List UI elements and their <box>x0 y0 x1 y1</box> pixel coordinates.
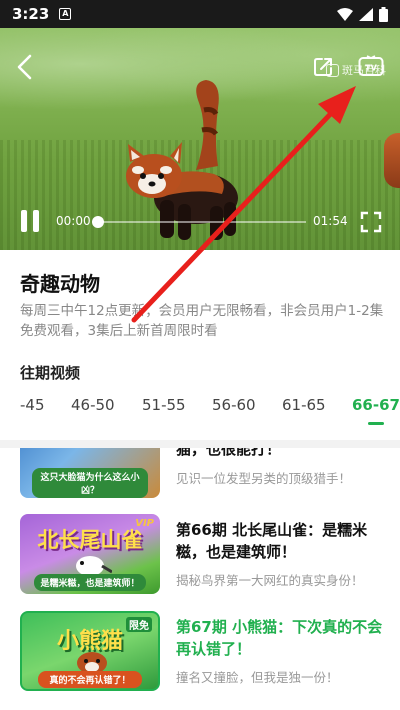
status-bar: 3:23 A <box>0 0 400 28</box>
signal-icon <box>359 7 373 21</box>
tab-range-3[interactable]: 51-55 <box>142 396 186 414</box>
status-icons <box>337 6 388 22</box>
episode-thumb-title: 北长尾山雀 <box>37 528 143 552</box>
episode-thumb-caption: 是糯米糍，也是建筑师！ <box>34 574 146 591</box>
episode-thumb-caption: 这只大脸猫为什么这么小凶？ <box>32 468 148 498</box>
episode-subtitle: 揭秘鸟界第一大网红的真实身份！ <box>176 573 364 588</box>
section-divider <box>0 440 400 448</box>
fullscreen-button[interactable] <box>360 211 382 233</box>
video-player[interactable]: 斑马百科 TV 00:00 01:54 <box>0 28 400 250</box>
tab-range-2[interactable]: 46-50 <box>71 396 115 414</box>
episode-thumb-caption: 真的不会再认错了！ <box>38 671 142 688</box>
wifi-icon <box>337 7 353 21</box>
battery-icon <box>379 6 388 22</box>
past-videos-heading: 往期视频 <box>20 364 81 382</box>
episode-item-1[interactable]: 这只大脸猫为什么这么小凶？ 猫，也很能打！ 见识一位发型另类的顶级猎手！ <box>20 448 385 498</box>
svg-text:TV: TV <box>365 64 377 73</box>
episode-thumbnail: 限免 小熊猫 真的不会再认错了！ <box>20 611 160 691</box>
episode-title-current: 第67期 小熊猫：下次真的不会再认错了！ <box>176 618 383 658</box>
status-time: 3:23 <box>12 5 50 23</box>
duration-time: 01:54 <box>313 214 348 228</box>
current-time: 00:00 <box>56 214 91 228</box>
episode-thumbnail: 这只大脸猫为什么这么小凶？ <box>20 448 160 498</box>
pause-button[interactable] <box>18 210 42 234</box>
tab-range-6[interactable]: 66-67 <box>352 396 400 414</box>
tab-range-4[interactable]: 56-60 <box>212 396 256 414</box>
tab-range-1[interactable]: -45 <box>20 396 45 414</box>
player-controls: 00:00 01:54 <box>0 200 400 240</box>
episode-title: 第66期 北长尾山雀：是糯米糍，也是建筑师！ <box>176 521 368 561</box>
episode-range-tabs: -45 46-50 51-55 56-60 61-65 66-67 <box>0 396 400 428</box>
share-button[interactable] <box>311 55 335 79</box>
program-title: 奇趣动物 <box>20 272 100 296</box>
tv-icon: TV <box>358 55 384 76</box>
episode-subtitle: 见识一位发型另类的顶级猎手！ <box>176 471 352 486</box>
back-arrow-icon <box>17 54 32 80</box>
video-side-animal <box>384 133 400 188</box>
progress-bar[interactable] <box>92 216 306 228</box>
share-icon <box>314 58 332 76</box>
tv-cast-button[interactable]: TV <box>358 54 384 78</box>
episode-item-3[interactable]: 限免 小熊猫 真的不会再认错了！ 第67期 小熊猫：下次真的不会再认错了！ 撞名… <box>20 611 385 691</box>
program-description: 每周三中午12点更新；会员用户无限畅看，非会员用户1-2集免费观看，3集后上新首… <box>20 303 384 339</box>
active-tab-indicator <box>368 422 384 425</box>
episode-item-2[interactable]: VIP 北长尾山雀 是糯米糍，也是建筑师！ 第66期 北长尾山雀：是糯米糍，也是… <box>20 514 385 594</box>
progress-knob[interactable] <box>92 216 104 228</box>
fullscreen-icon <box>360 211 382 233</box>
tab-range-5[interactable]: 61-65 <box>282 396 326 414</box>
notification-icon: A <box>59 8 72 20</box>
episode-title: 猫，也很能打！ <box>176 448 282 458</box>
back-button[interactable] <box>12 52 36 82</box>
episode-thumbnail: VIP 北长尾山雀 是糯米糍，也是建筑师！ <box>20 514 160 594</box>
episode-subtitle: 撞名又撞脸，但我是独一份！ <box>176 670 339 685</box>
